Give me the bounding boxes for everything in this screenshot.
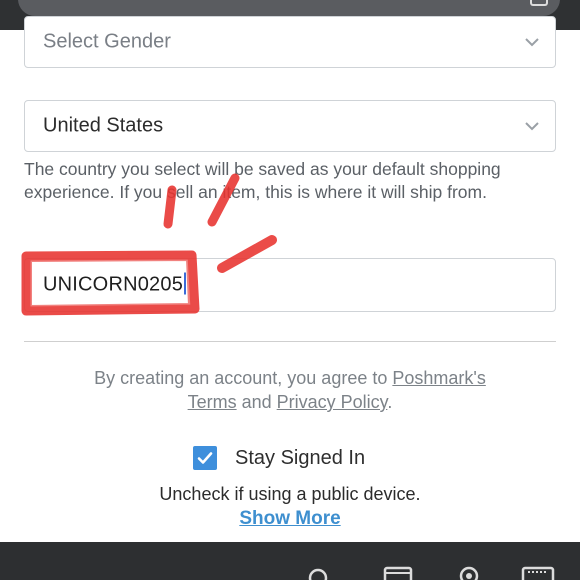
country-select[interactable]: United States <box>24 100 556 152</box>
show-more-link[interactable]: Show More <box>0 508 580 530</box>
tabs-icon[interactable] <box>530 0 548 6</box>
country-helper-text: The country you select will be saved as … <box>24 159 501 202</box>
keyboard-icon[interactable] <box>521 564 555 580</box>
gender-select-placeholder: Select Gender <box>43 30 171 53</box>
checkmark-icon <box>197 452 213 464</box>
text-cursor <box>184 272 187 295</box>
country-select-value: United States <box>43 114 164 137</box>
bottom-toolbar <box>0 542 580 580</box>
terms-prefix: By creating an account, you agree to <box>94 368 393 388</box>
chevron-down-icon <box>525 38 539 47</box>
poshmark-link[interactable]: Poshmark's <box>392 368 485 388</box>
invite-code-value: UNICORN0205 <box>43 272 187 297</box>
address-bar[interactable] <box>18 0 560 16</box>
stay-signed-in-row[interactable]: Stay Signed In <box>193 444 365 472</box>
invite-code-field[interactable]: UNICORN0205 <box>24 258 556 312</box>
terms-notice: By creating an account, you agree to Pos… <box>24 366 556 414</box>
card-icon[interactable] <box>383 564 413 580</box>
terms-and: and <box>236 392 277 412</box>
privacy-policy-link[interactable]: Privacy Policy <box>277 392 388 412</box>
chevron-down-icon <box>525 122 539 131</box>
stay-signed-in-checkbox[interactable] <box>193 446 217 470</box>
terms-link[interactable]: Terms <box>188 392 237 412</box>
section-divider <box>24 341 556 342</box>
search-icon[interactable] <box>304 564 328 580</box>
invite-code-text: UNICORN0205 <box>43 273 184 296</box>
public-device-hint: Uncheck if using a public device. <box>159 484 421 504</box>
location-pin-icon[interactable] <box>456 564 482 580</box>
stay-signed-in-label: Stay Signed In <box>235 446 366 469</box>
gender-select[interactable]: Select Gender <box>24 16 556 68</box>
terms-suffix: . <box>387 392 393 412</box>
